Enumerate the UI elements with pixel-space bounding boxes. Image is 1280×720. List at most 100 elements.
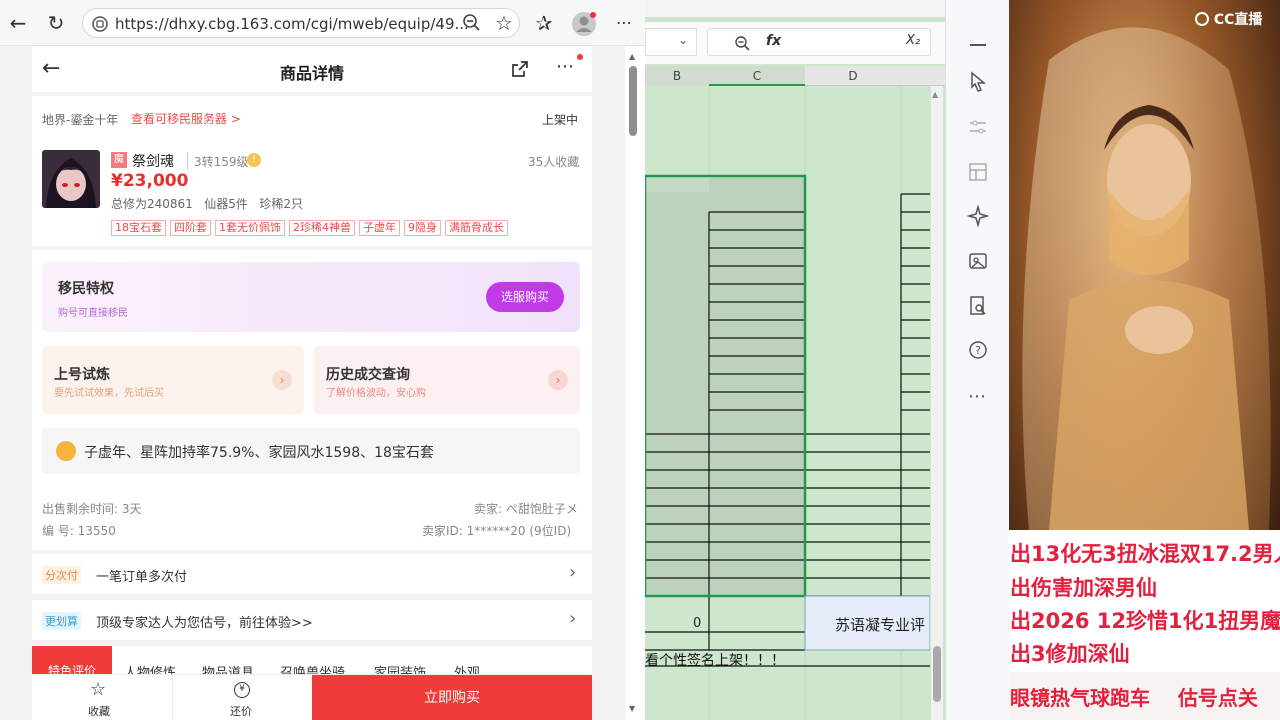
web-page: ← 商品详情 ⋯ 地界-鎏金十年 查看可移民服务器 > 上架中 魔 祭剑魂 3转… bbox=[0, 46, 625, 720]
chevron-right-icon: › bbox=[569, 562, 577, 583]
help-icon[interactable]: ? bbox=[966, 338, 990, 362]
scroll-down-icon[interactable]: ▼ bbox=[629, 704, 635, 713]
favorites-count: 35人收藏 bbox=[528, 155, 580, 169]
chevron-down-icon: ⌄ bbox=[678, 33, 689, 47]
spreadsheet-window: ⌄ fx X₂ B C D 0 苏语凝专业评 看个性签名上架！！！ ▲ bbox=[645, 0, 945, 720]
star-icon: ☆ bbox=[90, 679, 107, 700]
appraise-text: 顶级专家达人为您估号，前往体验>> bbox=[96, 616, 313, 631]
tab-featured[interactable]: 特色评价 bbox=[32, 646, 112, 676]
site-info-icon[interactable] bbox=[91, 15, 109, 33]
installment-row[interactable]: 分次付 一笔订单多次付 › bbox=[32, 554, 592, 594]
favorites-icon[interactable]: ✰ bbox=[530, 9, 558, 37]
migrate-link[interactable]: 查看可移民服务器 > bbox=[131, 110, 241, 127]
seller-name: 卖家: ぺ甜饱肚子メ bbox=[474, 502, 578, 516]
column-header-row: B C D bbox=[645, 66, 945, 86]
trial-card[interactable]: 上号试炼 要先试试效果，先试后买 › bbox=[42, 346, 304, 414]
favorite-button[interactable]: ☆ 收藏 bbox=[32, 675, 172, 720]
seller-id: 卖家ID: 1******20 (9位ID) bbox=[422, 524, 572, 538]
stream-line: 出伤害加深男仙 bbox=[1010, 576, 1157, 600]
subscript-icon[interactable]: X₂ bbox=[906, 33, 920, 48]
stream-logo-text: CC直播 bbox=[1213, 12, 1263, 28]
listing-status: 上架中 bbox=[542, 113, 579, 127]
scrollbar-thumb[interactable] bbox=[629, 66, 637, 136]
zoom-icon[interactable] bbox=[462, 13, 482, 33]
tag: 四阶套 bbox=[170, 220, 211, 236]
appraise-row[interactable]: 更划算 顶级专家达人为您估号，前往体验>> › bbox=[32, 600, 592, 640]
role-badge-icon: 魔 bbox=[111, 152, 127, 168]
history-title: 历史成交查询 bbox=[326, 367, 410, 383]
installment-badge: 分次付 bbox=[42, 566, 81, 584]
server-name: 地界-鎏金十年 bbox=[42, 113, 119, 127]
stream-line: 出2026 12珍惜1化1扭男魔 bbox=[1010, 609, 1280, 633]
chevron-right-icon: › bbox=[569, 608, 577, 629]
browser-window: ← ↻ https://dhxy.cbg.163.com/cgi/mweb/eq… bbox=[0, 0, 645, 720]
cell-value[interactable]: 0 bbox=[693, 616, 701, 631]
cc-logo-icon bbox=[1195, 12, 1209, 26]
tag: 9隐身 bbox=[404, 220, 441, 236]
share-icon[interactable] bbox=[510, 59, 530, 79]
yen-icon: ¥ bbox=[234, 682, 250, 698]
installment-text: 一笔订单多次付 bbox=[96, 570, 188, 585]
more-icon[interactable]: ⋯ bbox=[556, 56, 574, 77]
column-header-c[interactable]: C bbox=[709, 66, 805, 86]
tag: 1套无价佩饰 bbox=[215, 220, 285, 236]
service-block: 移民特权 购号可直接移民 选服购买 上号试炼 要先试试效果，先试后买 › 历史成… bbox=[32, 250, 592, 550]
coin-icon: ! bbox=[247, 153, 261, 167]
migrate-privilege-banner: 移民特权 购号可直接移民 选服购买 bbox=[42, 262, 580, 332]
minimize-icon[interactable] bbox=[970, 44, 986, 46]
tag: 满筋骨成长 bbox=[445, 220, 508, 236]
stream-ticker: 眼镜热气球跑车 估号点关 bbox=[1010, 686, 1258, 710]
favorite-label: 收藏 bbox=[88, 705, 110, 718]
cursor-icon[interactable] bbox=[966, 70, 990, 94]
cell-note[interactable]: 看个性签名上架！！！ bbox=[645, 650, 785, 670]
trial-title: 上号试炼 bbox=[54, 367, 110, 383]
history-card[interactable]: 历史成交查询 了解价格波动，安心购 › bbox=[314, 346, 580, 414]
cell-label[interactable]: 苏语凝专业评 bbox=[835, 614, 925, 635]
reload-icon[interactable]: ↻ bbox=[42, 9, 70, 37]
highlight-text: 子虚年、星阵加持率75.9%、家园风水1598、18宝石套 bbox=[84, 445, 434, 461]
highlight-bar: 子虚年、星阵加持率75.9%、家园风水1598、18宝石套 bbox=[42, 428, 580, 474]
migrate-privilege-subtitle: 购号可直接移民 bbox=[58, 308, 128, 319]
select-server-buy-button[interactable]: 选服购买 bbox=[486, 282, 564, 312]
name-box[interactable]: ⌄ bbox=[645, 28, 697, 56]
character-level: 3转159级 bbox=[187, 153, 249, 170]
stream-line: 出3修加深仙 bbox=[1010, 642, 1130, 666]
back-icon[interactable]: ← bbox=[4, 9, 32, 37]
formula-input[interactable]: fx X₂ bbox=[707, 28, 931, 56]
profile-icon[interactable] bbox=[570, 10, 598, 38]
page-scrollbar[interactable]: ▲ ▼ bbox=[627, 52, 639, 714]
scrollbar-thumb[interactable] bbox=[933, 646, 941, 702]
more-icon[interactable]: ⋯ bbox=[968, 386, 986, 407]
function-icon[interactable]: fx bbox=[766, 33, 781, 49]
scroll-up-icon[interactable]: ▲ bbox=[932, 90, 938, 99]
zoom-icon[interactable] bbox=[734, 35, 750, 51]
bottom-bar: ☆ 收藏 ¥ 还价 立即购买 bbox=[32, 674, 592, 720]
more-icon[interactable]: ⋯ bbox=[610, 9, 638, 37]
buy-now-button[interactable]: 立即购买 bbox=[312, 675, 592, 720]
appraise-badge: 更划算 bbox=[42, 612, 81, 630]
stream-line: 出13化无3扭冰混双17.2男人 bbox=[1010, 542, 1280, 566]
scroll-up-icon[interactable]: ▲ bbox=[629, 52, 635, 61]
document-search-icon[interactable] bbox=[966, 294, 990, 318]
chevron-right-icon: › bbox=[548, 370, 568, 390]
bargain-button[interactable]: ¥ 还价 bbox=[172, 675, 312, 720]
sparkle-icon[interactable] bbox=[966, 204, 990, 228]
column-header-b[interactable]: B bbox=[645, 66, 709, 86]
table-icon[interactable] bbox=[966, 160, 990, 184]
image-edit-icon[interactable] bbox=[966, 249, 990, 273]
column-header-d[interactable]: D bbox=[805, 66, 901, 86]
chevron-right-icon: › bbox=[272, 370, 292, 390]
character-name: 祭剑魂 bbox=[132, 154, 174, 170]
page-header: ← 商品详情 ⋯ bbox=[32, 46, 592, 92]
side-toolbar: ? ⋯ bbox=[945, 0, 1009, 720]
sliders-icon[interactable] bbox=[966, 115, 990, 139]
serial-number: 编 号: 13550 bbox=[42, 524, 116, 538]
page-title: 商品详情 bbox=[279, 64, 344, 83]
avatar[interactable] bbox=[42, 150, 100, 208]
sheet-scrollbar[interactable]: ▲ bbox=[931, 86, 943, 720]
star-icon[interactable]: ☆ bbox=[490, 9, 518, 37]
address-bar[interactable]: https://dhxy.cbg.163.com/cgi/mweb/equip/… bbox=[82, 8, 520, 38]
coin-icon bbox=[56, 441, 76, 461]
character-card: 地界-鎏金十年 查看可移民服务器 > 上架中 魔 祭剑魂 3转159级 ! 35… bbox=[32, 96, 592, 246]
browser-toolbar: ← ↻ https://dhxy.cbg.163.com/cgi/mweb/eq… bbox=[0, 0, 645, 46]
